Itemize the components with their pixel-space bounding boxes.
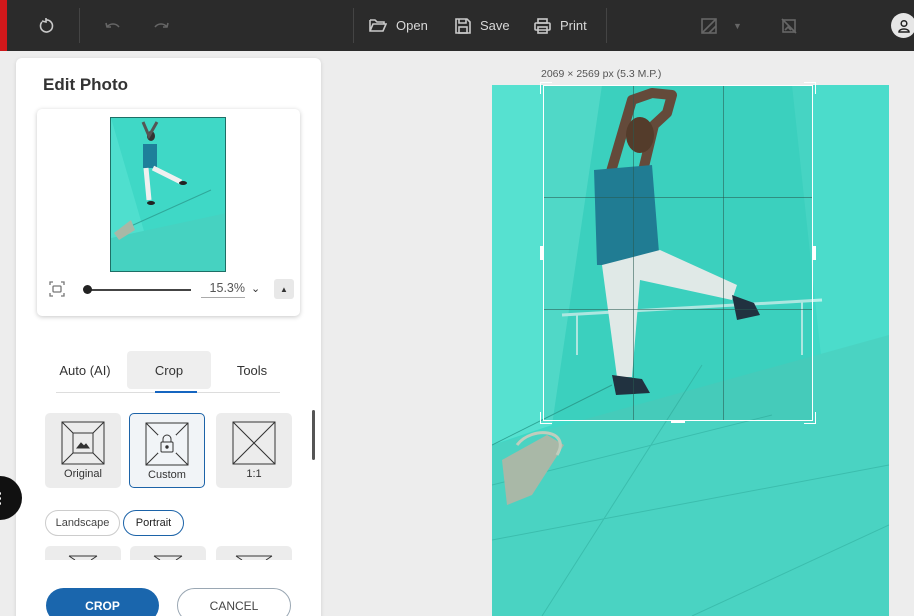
tab-crop[interactable]: Crop — [127, 351, 211, 389]
panel-title: Edit Photo — [43, 75, 128, 94]
zoom-slider-track[interactable] — [84, 289, 191, 291]
save-label: Save — [480, 18, 510, 33]
redo-icon — [154, 22, 169, 28]
save-button[interactable]: Save — [455, 0, 510, 51]
square-cross-icon — [232, 421, 276, 465]
preset-original[interactable]: Original — [45, 413, 121, 488]
hide-original-button[interactable] — [781, 0, 797, 51]
undo-button[interactable] — [104, 0, 122, 51]
undo-icon — [105, 22, 120, 28]
crop-handle-left[interactable] — [540, 246, 543, 260]
chevron-down-icon: ▼ — [733, 20, 742, 31]
collapse-preview-button[interactable]: ▲ — [274, 279, 294, 299]
user-avatar[interactable] — [891, 13, 914, 38]
top-toolbar: Open Save Print ▼ — [0, 0, 914, 51]
preset-custom[interactable]: Custom — [129, 413, 205, 488]
toolbar-divider — [353, 8, 354, 43]
preset-partial[interactable] — [130, 546, 206, 560]
edit-photo-panel: Edit Photo 15.3% ⌄ ▲ Auto (AI) Crop Tool… — [16, 58, 321, 616]
zoom-slider-knob[interactable] — [83, 285, 92, 294]
portrait-chip[interactable]: Portrait — [123, 510, 184, 536]
tab-tools[interactable]: Tools — [221, 351, 283, 389]
print-button[interactable]: Print — [534, 0, 587, 51]
open-button[interactable]: Open — [369, 0, 428, 51]
crop-handle-top-left[interactable] — [540, 82, 552, 94]
crop-button[interactable]: CROP — [46, 588, 159, 616]
presets-scrollbar[interactable] — [312, 410, 315, 460]
preset-1-1[interactable]: 1:1 — [216, 413, 292, 488]
toolbar-divider — [606, 8, 607, 43]
image-off-icon — [781, 17, 797, 34]
compare-dropdown[interactable]: ▼ — [733, 0, 742, 51]
crop-handle-right[interactable] — [813, 246, 816, 260]
preset-label: 1:1 — [246, 468, 262, 480]
crop-handle-top-right[interactable] — [804, 82, 816, 94]
compare-icon — [701, 17, 717, 34]
save-icon — [455, 17, 471, 34]
tab-auto-ai[interactable]: Auto (AI) — [53, 351, 117, 389]
square-cross-icon — [68, 555, 98, 560]
crop-handle-bottom-left[interactable] — [540, 412, 552, 424]
more-vertical-icon — [0, 490, 1, 507]
crop-handle-bottom[interactable] — [671, 420, 685, 423]
lock-frame-icon — [145, 422, 189, 466]
landscape-chip[interactable]: Landscape — [45, 510, 120, 536]
printer-icon — [534, 17, 551, 34]
user-icon — [897, 19, 910, 33]
photo-thumbnail[interactable] — [110, 117, 226, 272]
preset-partial[interactable] — [216, 546, 292, 560]
crop-dimensions-label: 2069 × 2569 px (5.3 M.P.) — [541, 68, 662, 80]
square-cross-icon — [235, 555, 273, 560]
crop-frame[interactable] — [543, 85, 813, 421]
thumbnail-image — [111, 118, 225, 271]
active-tab-indicator — [155, 391, 197, 393]
image-frame-icon — [61, 421, 105, 465]
preset-label: Custom — [148, 469, 186, 481]
chevron-up-icon: ▲ — [280, 284, 288, 294]
zoom-value[interactable]: 15.3% — [201, 281, 245, 298]
chevron-down-icon[interactable]: ⌄ — [251, 282, 260, 295]
folder-open-icon — [369, 19, 387, 32]
square-cross-icon — [153, 555, 183, 560]
toolbar-divider — [79, 8, 80, 43]
brand-strip — [0, 0, 7, 51]
cancel-button[interactable]: CANCEL — [177, 588, 291, 616]
compare-button[interactable] — [701, 0, 717, 51]
open-label: Open — [396, 18, 428, 33]
preset-partial[interactable] — [45, 546, 121, 560]
redo-button[interactable] — [152, 0, 170, 51]
fit-screen-icon[interactable] — [49, 281, 65, 297]
preset-label: Original — [64, 468, 102, 480]
preview-card: 15.3% ⌄ ▲ — [37, 109, 300, 316]
crop-handle-bottom-right[interactable] — [804, 412, 816, 424]
reset-button[interactable] — [38, 0, 54, 51]
print-label: Print — [560, 18, 587, 33]
reset-icon — [39, 17, 54, 33]
